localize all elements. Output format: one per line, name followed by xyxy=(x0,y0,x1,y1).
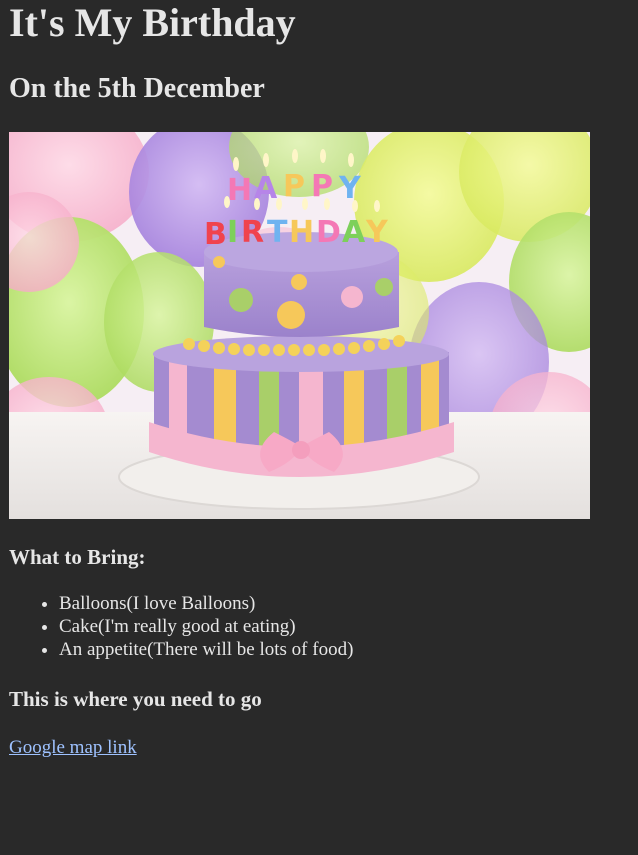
svg-text:A: A xyxy=(342,215,366,250)
svg-text:H: H xyxy=(289,215,314,250)
list-item: An appetite(There will be lots of food) xyxy=(59,638,353,661)
google-map-link[interactable]: Google map link xyxy=(9,735,137,761)
birthday-cake-image: H A P P Y B I R T H D A Y xyxy=(9,132,590,519)
location-heading: This is where you need to go xyxy=(9,687,262,711)
svg-text:I: I xyxy=(227,215,238,250)
what-to-bring-heading: What to Bring: xyxy=(9,545,146,569)
svg-text:B: B xyxy=(204,217,227,252)
svg-text:P: P xyxy=(283,169,305,204)
list-item: Balloons(I love Balloons) xyxy=(59,592,353,615)
svg-text:P: P xyxy=(311,169,333,204)
page-subtitle: On the 5th December xyxy=(9,73,265,104)
svg-text:R: R xyxy=(241,215,264,250)
svg-text:D: D xyxy=(316,215,341,250)
page-title: It's My Birthday xyxy=(9,0,296,45)
svg-text:H: H xyxy=(227,173,252,208)
bring-list: Balloons(I love Balloons) Cake(I'm reall… xyxy=(9,592,353,661)
svg-text:Y: Y xyxy=(365,215,389,250)
svg-text:T: T xyxy=(267,215,288,250)
list-item: Cake(I'm really good at eating) xyxy=(59,615,353,638)
svg-text:Y: Y xyxy=(338,171,362,206)
